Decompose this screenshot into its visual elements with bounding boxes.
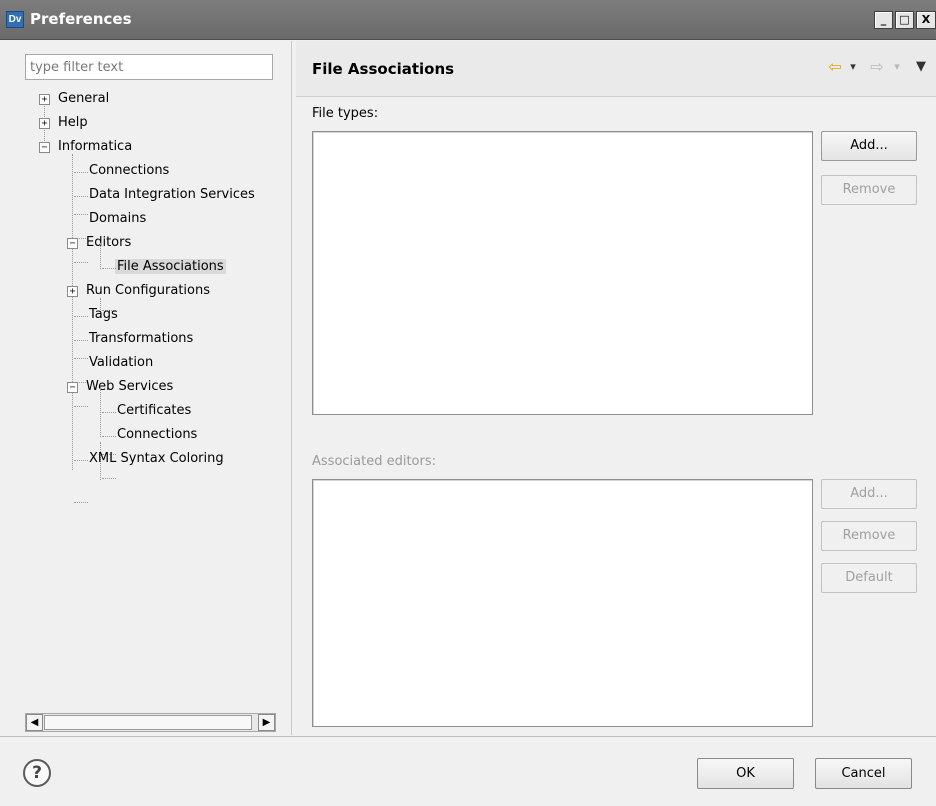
add-editor-button[interactable]: Add... bbox=[821, 479, 917, 509]
page-title: File Associations bbox=[312, 60, 455, 78]
tree-connector bbox=[100, 387, 101, 437]
scroll-right-icon[interactable]: ▶ bbox=[258, 714, 275, 731]
view-menu-icon[interactable]: ▼ bbox=[912, 55, 930, 79]
tree-item-connections[interactable]: Connections bbox=[87, 160, 171, 182]
associated-editors-list[interactable] bbox=[312, 479, 813, 727]
tree-item-label: Tags bbox=[89, 307, 118, 322]
tree-item-label: Data Integration Services bbox=[89, 187, 255, 202]
page-header: File Associations ⇦ ▾ ⇨ ▾ ▼ bbox=[296, 41, 936, 97]
tree-item-label: XML Syntax Coloring bbox=[89, 451, 224, 466]
tree-connector bbox=[102, 412, 116, 413]
file-types-list[interactable] bbox=[312, 131, 813, 415]
tree-item-label: File Associations bbox=[115, 259, 226, 274]
ok-button[interactable]: OK bbox=[697, 758, 794, 789]
associated-editors-label: Associated editors: bbox=[312, 454, 437, 469]
tree-item-certificates[interactable]: Certificates bbox=[115, 400, 193, 422]
tree-item-label: General bbox=[58, 91, 110, 106]
back-history-dropdown-icon[interactable]: ▾ bbox=[846, 55, 860, 79]
dialog-button-bar: ? OK Cancel bbox=[0, 736, 936, 806]
tree-connector bbox=[102, 268, 116, 269]
title-bar[interactable]: Dv Preferences _ □ X bbox=[0, 0, 936, 40]
horizontal-scrollbar[interactable]: ◀ ▶ bbox=[25, 713, 276, 732]
tree-connector bbox=[74, 502, 88, 503]
set-default-editor-button[interactable]: Default bbox=[821, 563, 917, 593]
tree-connector bbox=[74, 262, 88, 263]
tree-item-file-associations[interactable]: File Associations bbox=[115, 256, 226, 278]
tree-connector bbox=[100, 243, 101, 269]
tree-item-label: Informatica bbox=[58, 139, 133, 154]
back-arrow-icon[interactable]: ⇦ bbox=[824, 55, 846, 79]
pane-divider[interactable] bbox=[291, 41, 292, 735]
tree-item-label: Help bbox=[58, 115, 88, 130]
tree-item-label: Transformations bbox=[89, 331, 194, 346]
app-logo-icon: Dv bbox=[6, 11, 24, 28]
remove-file-type-button[interactable]: Remove bbox=[821, 175, 917, 205]
tree-item-domains[interactable]: Domains bbox=[87, 208, 148, 230]
tree-item-label: Connections bbox=[89, 163, 170, 178]
tree-connector bbox=[74, 172, 88, 173]
tree-connector bbox=[74, 406, 88, 407]
tree-item-label: Editors bbox=[86, 235, 132, 250]
tree-connector bbox=[74, 358, 88, 359]
tree-item-label: Certificates bbox=[117, 403, 192, 418]
tree-item-validation[interactable]: Validation bbox=[87, 352, 155, 374]
add-file-type-button[interactable]: Add... bbox=[821, 131, 917, 161]
preference-tree: + General + Help − Informatica Connectio… bbox=[25, 88, 280, 708]
scroll-thumb[interactable] bbox=[44, 715, 252, 730]
tree-connector bbox=[72, 154, 73, 470]
tree-connector bbox=[102, 478, 116, 479]
collapse-icon[interactable]: − bbox=[67, 382, 78, 393]
tree-item-transformations[interactable]: Transformations bbox=[87, 328, 195, 350]
tree-item-xml-syntax-coloring[interactable]: XML Syntax Coloring bbox=[87, 448, 226, 470]
tree-connector bbox=[74, 460, 88, 461]
tree-connector bbox=[74, 340, 88, 341]
filter-input[interactable] bbox=[25, 54, 273, 80]
help-icon[interactable]: ? bbox=[23, 759, 51, 787]
tree-connector bbox=[74, 316, 88, 317]
tree-connector bbox=[102, 436, 116, 437]
remove-editor-button[interactable]: Remove bbox=[821, 521, 917, 551]
forward-history-dropdown-icon[interactable]: ▾ bbox=[890, 55, 904, 79]
collapse-icon[interactable]: − bbox=[39, 142, 50, 153]
tree-item-tags[interactable]: Tags bbox=[87, 304, 120, 326]
tree-connector bbox=[74, 196, 88, 197]
tree-item-label: Connections bbox=[117, 427, 198, 442]
tree-item-label: Validation bbox=[89, 355, 154, 370]
expand-icon[interactable]: + bbox=[67, 286, 78, 297]
tree-item-label: Web Services bbox=[86, 379, 174, 394]
tree-item-web-connections[interactable]: Connections bbox=[115, 424, 199, 446]
preferences-dialog: Dv Preferences _ □ X + Gene bbox=[0, 0, 936, 806]
file-types-label: File types: bbox=[312, 106, 379, 121]
tree-connector bbox=[74, 214, 88, 215]
minimize-button[interactable]: _ bbox=[874, 11, 893, 29]
navigation-toolbar: ⇦ ▾ ⇨ ▾ ▼ bbox=[816, 55, 936, 79]
preference-navigation: + General + Help − Informatica Connectio… bbox=[0, 41, 291, 735]
expand-icon[interactable]: + bbox=[39, 94, 50, 105]
tree-item-label: Domains bbox=[89, 211, 147, 226]
tree-item-data-integration-services[interactable]: Data Integration Services bbox=[87, 184, 257, 206]
close-button[interactable]: X bbox=[916, 11, 936, 29]
tree-item-label: Run Configurations bbox=[86, 283, 210, 298]
maximize-button[interactable]: □ bbox=[895, 11, 914, 29]
expand-icon[interactable]: + bbox=[39, 118, 50, 129]
collapse-icon[interactable]: − bbox=[67, 238, 78, 249]
cancel-button[interactable]: Cancel bbox=[815, 758, 912, 789]
forward-arrow-icon[interactable]: ⇨ bbox=[866, 55, 888, 79]
scroll-left-icon[interactable]: ◀ bbox=[26, 714, 43, 731]
window-title: Preferences bbox=[30, 10, 132, 28]
